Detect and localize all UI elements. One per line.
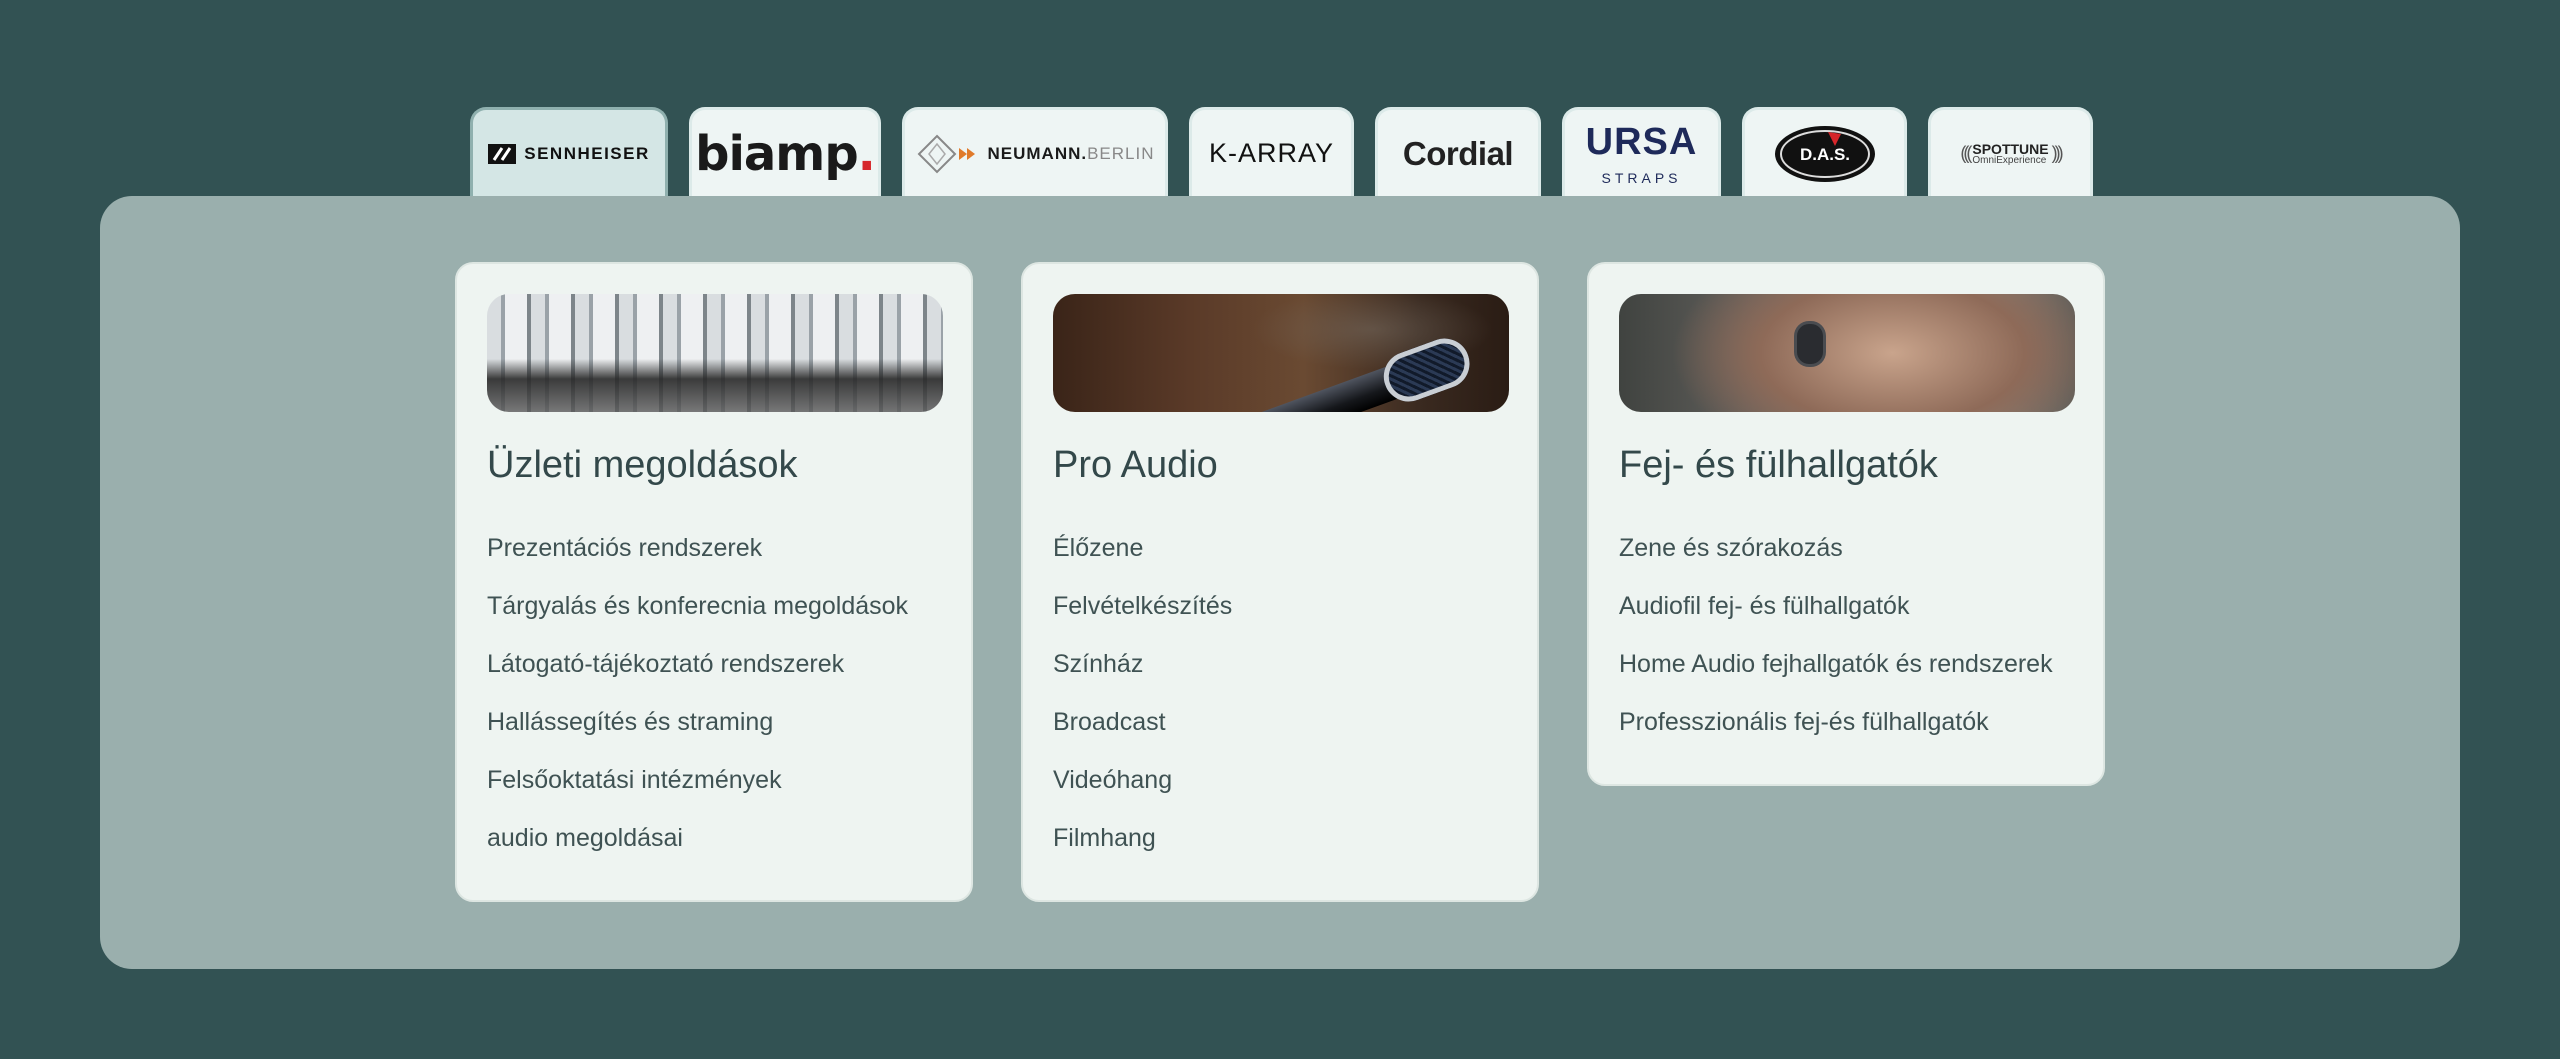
category-link[interactable]: audio megoldásai bbox=[487, 824, 908, 882]
brand-name: biamp. bbox=[695, 125, 876, 182]
das-wordmark: D.A.S. bbox=[1799, 145, 1849, 164]
tab-karray[interactable]: K-ARRAY bbox=[1189, 107, 1354, 197]
das-logo: D.A.S. bbox=[1773, 124, 1877, 184]
category-link[interactable]: Home Audio fejhallgatók és rendszerek bbox=[1619, 650, 2053, 708]
stage-microphone-image bbox=[1053, 294, 1509, 412]
category-link[interactable]: Látogató-tájékoztató rendszerek bbox=[487, 650, 908, 708]
brand-name: NEUMANN.BERLIN bbox=[987, 143, 1155, 163]
ursa-logo: URSA STRAPS bbox=[1586, 123, 1698, 185]
page: SENNHEISER biamp. NEUMANN.BERLIN K-ARRAY… bbox=[0, 0, 2560, 1059]
card-title[interactable]: Fej- és fülhallgatók bbox=[1619, 444, 1938, 487]
earbud-shape bbox=[1797, 324, 1823, 364]
brand-name: SENNHEISER bbox=[524, 143, 650, 163]
microphone-head-shape bbox=[1376, 331, 1477, 409]
das-logo-icon: D.A.S. bbox=[1774, 125, 1875, 182]
category-link[interactable]: Prezentációs rendszerek bbox=[487, 534, 908, 592]
category-link[interactable]: Tárgyalás és konferecnia megoldások bbox=[487, 592, 908, 650]
category-card-headphones: Fej- és fülhallgatók Zene és szórakozás … bbox=[1587, 262, 2105, 786]
brand-content-panel: Üzleti megoldások Prezentációs rendszere… bbox=[100, 196, 2460, 969]
tab-cordial[interactable]: Cordial bbox=[1375, 107, 1541, 197]
category-links: Élőzene Felvételkészítés Színház Broadca… bbox=[1053, 534, 1232, 882]
tab-biamp[interactable]: biamp. bbox=[689, 107, 881, 197]
category-link[interactable]: Felsőoktatási intézmények bbox=[487, 766, 908, 824]
tab-ursa[interactable]: URSA STRAPS bbox=[1562, 107, 1721, 197]
brand-name: URSA bbox=[1585, 120, 1698, 163]
conference-room-image bbox=[487, 294, 943, 412]
spottune-wordmark: SPOTTUNE OmniExperience bbox=[1972, 142, 2048, 166]
biamp-logo: biamp. bbox=[695, 125, 876, 182]
category-link[interactable]: Audiofil fej- és fülhallgatók bbox=[1619, 592, 2053, 650]
card-title[interactable]: Üzleti megoldások bbox=[487, 444, 797, 487]
category-links: Prezentációs rendszerek Tárgyalás és kon… bbox=[487, 534, 908, 882]
category-card-pro-audio: Pro Audio Élőzene Felvételkészítés Szính… bbox=[1021, 262, 1539, 902]
tab-sennheiser[interactable]: SENNHEISER bbox=[470, 107, 668, 197]
category-link[interactable]: Hallássegítés és straming bbox=[487, 708, 908, 766]
tab-neumann[interactable]: NEUMANN.BERLIN bbox=[902, 107, 1168, 197]
brand-subtitle: STRAPS bbox=[1601, 169, 1682, 186]
spottune-logo: ((( SPOTTUNE OmniExperience ))) bbox=[1960, 142, 2064, 166]
sennheiser-logo: SENNHEISER bbox=[488, 143, 650, 164]
category-link[interactable]: Broadcast bbox=[1053, 708, 1232, 766]
in-ear-earphone-image bbox=[1619, 294, 2075, 412]
tab-das[interactable]: D.A.S. bbox=[1742, 107, 1907, 197]
karray-logo: K-ARRAY bbox=[1209, 138, 1334, 169]
category-link[interactable]: Professzionális fej-és fülhallgatók bbox=[1619, 708, 2053, 766]
category-card-business: Üzleti megoldások Prezentációs rendszere… bbox=[455, 262, 973, 902]
brand-name: K-ARRAY bbox=[1208, 138, 1335, 168]
cordial-logo: Cordial bbox=[1402, 134, 1514, 173]
category-link[interactable]: Filmhang bbox=[1053, 824, 1232, 882]
category-link[interactable]: Zene és szórakozás bbox=[1619, 534, 2053, 592]
tab-spottune[interactable]: ((( SPOTTUNE OmniExperience ))) bbox=[1928, 107, 2093, 197]
neumann-diamond-icon bbox=[918, 134, 976, 173]
brand-subtitle: OmniExperience bbox=[1972, 154, 2047, 166]
brand-name: SPOTTUNE bbox=[1972, 140, 2049, 157]
card-title[interactable]: Pro Audio bbox=[1053, 444, 1218, 487]
sennheiser-mark-icon bbox=[488, 143, 517, 164]
category-links: Zene és szórakozás Audiofil fej- és fülh… bbox=[1619, 534, 2053, 766]
category-link[interactable]: Színház bbox=[1053, 650, 1232, 708]
category-link[interactable]: Felvételkészítés bbox=[1053, 592, 1232, 650]
category-link[interactable]: Videóhang bbox=[1053, 766, 1232, 824]
microphone-shape bbox=[1152, 331, 1477, 412]
neumann-logo: NEUMANN.BERLIN bbox=[915, 134, 1154, 174]
sound-waves-left-icon: ((( bbox=[1960, 143, 1972, 163]
sound-waves-right-icon: ))) bbox=[2051, 143, 2064, 163]
brand-name: Cordial bbox=[1402, 134, 1514, 172]
brand-tabs: SENNHEISER biamp. NEUMANN.BERLIN K-ARRAY… bbox=[470, 107, 2093, 197]
category-link[interactable]: Élőzene bbox=[1053, 534, 1232, 592]
